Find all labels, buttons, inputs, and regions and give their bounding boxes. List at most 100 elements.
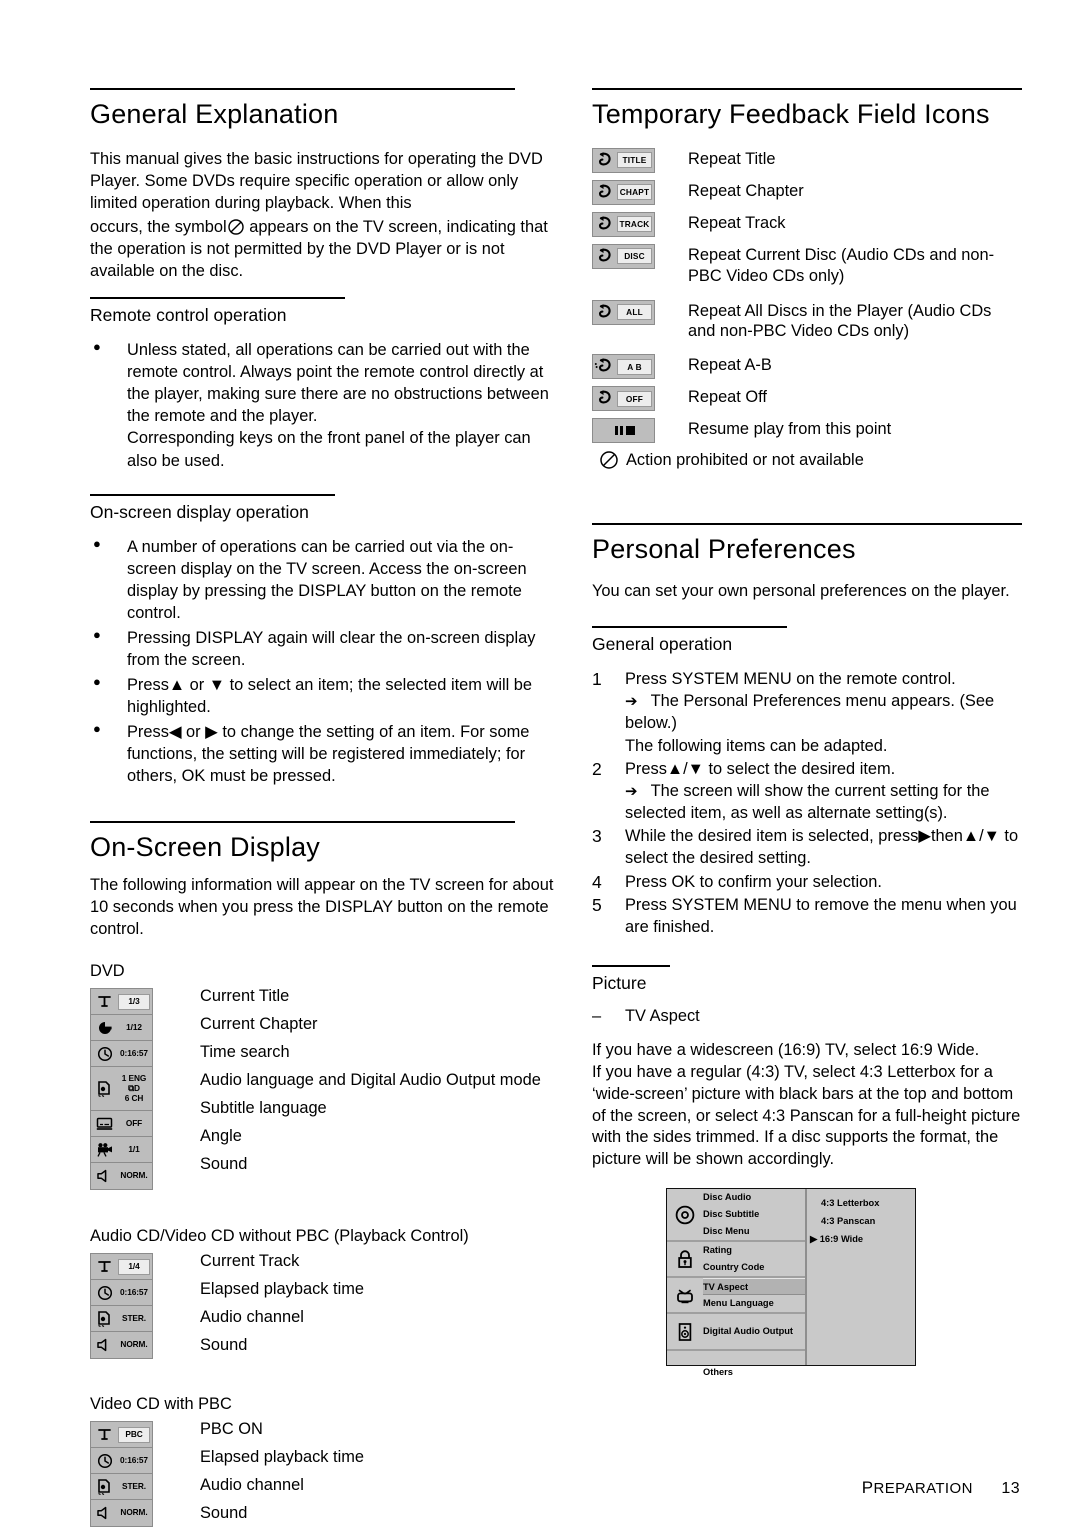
list-item: Pressing DISPLAY again will clear the on… <box>90 626 560 671</box>
osd-videocd-descriptions: PBC ON Elapsed playback time Audio chann… <box>200 1421 364 1533</box>
prohibited-icon <box>227 218 245 236</box>
menu-item-disc-subtitle[interactable]: Disc Subtitle <box>703 1206 805 1223</box>
repeat-icon: TITLE <box>592 147 655 173</box>
dvd-chapter-value: 1/12 <box>126 1021 142 1032</box>
arrow-icon: ➔ <box>625 782 638 800</box>
left-column: General Explanation This manual gives th… <box>90 88 560 1528</box>
subtitle-icon <box>92 1117 117 1131</box>
repeat-icon: ALL <box>592 299 655 325</box>
sound-icon <box>92 1506 117 1520</box>
feedback-desc: Repeat Chapter <box>688 181 804 200</box>
menu-group-audio-output: Digital Audio Output <box>667 1314 805 1351</box>
osd-desc-item: Subtitle language <box>200 1099 327 1118</box>
menu-option-wide[interactable]: ▶ 16:9 Wide <box>810 1234 915 1245</box>
step-number: 3 <box>592 826 602 847</box>
osd-audiocd-descriptions: Current Track Elapsed playback time Audi… <box>200 1253 364 1365</box>
lock-icon <box>674 1248 696 1270</box>
section-name: PREPARATION <box>862 1478 973 1497</box>
feedback-icon-list: TITLE Repeat Title CHAPT Repeat Chapter … <box>592 147 1022 470</box>
videocd-pbc-value: PBC <box>118 1426 150 1443</box>
step-text: Press SYSTEM MENU on the remote control. <box>625 670 956 689</box>
dvd-audio-value: 1 ENG ⧉D 6 CH <box>121 1073 147 1103</box>
step-arrow-line: ➔ The screen will show the current settin… <box>625 780 1022 824</box>
osd-desc-item: Sound <box>200 1504 248 1523</box>
disc-icon <box>674 1204 696 1226</box>
list-item: DISC Repeat Current Disc (Audio CDs and … <box>592 243 1022 287</box>
feedback-desc: Repeat Current Disc (Audio CDs and non-P… <box>688 245 995 285</box>
tv-aspect-dash-item: – TV Aspect <box>592 1005 1022 1027</box>
table-row: 1/12 <box>91 1015 152 1042</box>
menu-left-panel: Disc Audio Disc Subtitle Disc Menu Ratin… <box>667 1189 807 1377</box>
menu-item-disc-menu[interactable]: Disc Menu <box>703 1223 805 1240</box>
repeat-icon: CHAPT <box>592 179 655 205</box>
list-item: Press◀ or ▶ to change the setting of an … <box>90 720 560 787</box>
option-label: 4:3 Panscan <box>821 1216 876 1226</box>
repeat-icon: OFF <box>592 386 655 412</box>
menu-item-menu-language[interactable]: Menu Language <box>703 1295 805 1312</box>
osd-operation-bullets: A number of operations can be carried ou… <box>90 535 560 788</box>
clock-icon <box>92 1285 117 1301</box>
menu-item-country-code[interactable]: Country Code <box>703 1259 805 1276</box>
menu-options-panel: 4:3 Letterbox 4:3 Panscan ▶ 16:9 Wide <box>807 1189 915 1365</box>
title-icon <box>92 1427 117 1442</box>
general-explanation-paragraph-a: This manual gives the basic instructions… <box>90 149 543 212</box>
audio-icon <box>92 1080 117 1098</box>
dvd-icon-strip: 1/3 1/12 0:16:57 1 ENG ⧉D 6 CH OFF 1/1 N… <box>90 988 153 1191</box>
menu-option-panscan[interactable]: 4:3 Panscan <box>821 1216 915 1226</box>
list-item: TRACK Repeat Track <box>592 211 1022 237</box>
list-item: ALL Repeat All Discs in the Player (Audi… <box>592 299 1022 343</box>
clock-icon <box>92 1453 117 1469</box>
general-operation-heading: General operation <box>592 626 787 655</box>
table-row: STER. <box>91 1306 152 1333</box>
personal-preferences-intro: You can set your own personal preference… <box>592 582 1010 601</box>
right-arrow-icon: ▶ <box>918 827 931 846</box>
menu-item-digital-audio-output[interactable]: Digital Audio Output <box>703 1323 805 1340</box>
table-row: NORM. <box>91 1500 152 1526</box>
list-item: 5 Press SYSTEM MENU to remove the menu w… <box>592 894 1022 938</box>
osd-desc-item: Elapsed playback time <box>200 1280 364 1299</box>
repeat-tag: TITLE <box>617 152 652 169</box>
osd-desc-item: Audio channel <box>200 1476 304 1495</box>
sound-icon <box>92 1169 117 1183</box>
osd-desc-item: Audio language and Digital Audio Output … <box>200 1071 541 1090</box>
menu-item-tv-aspect[interactable]: TV Aspect <box>703 1278 805 1295</box>
table-row: 0:16:57 <box>91 1448 152 1475</box>
osd-dvd-label: DVD <box>90 962 125 981</box>
menu-item-rating[interactable]: Rating <box>703 1242 805 1259</box>
osd-desc-item: Sound <box>200 1155 248 1174</box>
osd-desc-item: PBC ON <box>200 1420 263 1439</box>
chapter-icon <box>92 1020 117 1036</box>
menu-item-others[interactable]: Others <box>703 1364 805 1381</box>
step-text-pre: While the desired item is selected, pres… <box>625 827 919 846</box>
list-item: Unless stated, all operations can be car… <box>90 338 560 471</box>
menu-item-disc-audio[interactable]: Disc Audio <box>703 1189 805 1206</box>
dvd-subtitle-value: OFF <box>125 1117 143 1128</box>
osd-audiocd-label: Audio CD/Video CD without PBC (Playback … <box>90 1227 469 1246</box>
osd-dvd-block: DVD 1/3 1/12 0:16:57 1 ENG ⧉D 6 CH OFF 1… <box>90 962 560 1191</box>
audiocd-icon-strip: 1/4 0:16:57 STER. NORM. <box>90 1253 153 1360</box>
selected-marker-icon: ▶ <box>810 1234 818 1244</box>
osd-dvd-descriptions: Current Title Current Chapter Time searc… <box>200 988 541 1184</box>
page-footer: PREPARATION 13 <box>862 1478 1020 1498</box>
step-arrow-text: The Personal Preferences menu appears. (… <box>625 692 995 733</box>
on-screen-display-heading: On-Screen Display <box>90 821 515 864</box>
step-number: 5 <box>592 894 602 915</box>
repeat-tag: TRACK <box>617 216 652 233</box>
menu-option-letterbox[interactable]: 4:3 Letterbox <box>821 1198 915 1208</box>
repeat-tag: CHAPT <box>617 184 652 201</box>
title-icon <box>92 1259 117 1274</box>
step-text-mid: then <box>930 827 963 846</box>
general-explanation-paragraph-b: occurs, the symbol appears on the TV scr… <box>90 216 560 282</box>
table-row: 1/3 <box>91 989 152 1016</box>
audiocd-sound-value: NORM. <box>120 1339 148 1350</box>
personal-preferences-menu[interactable]: Disc Audio Disc Subtitle Disc Menu Ratin… <box>666 1188 916 1377</box>
videocd-icon-strip: PBC 0:16:57 STER. NORM. <box>90 1421 153 1528</box>
clock-icon <box>92 1046 117 1062</box>
osd-desc-item: Time search <box>200 1043 290 1062</box>
remote-control-operation-heading: Remote control operation <box>90 297 345 326</box>
dvd-sound-value: NORM. <box>120 1170 148 1181</box>
table-row: NORM. <box>91 1163 152 1189</box>
osd-desc-item: Current Title <box>200 987 290 1006</box>
option-label: 4:3 Letterbox <box>821 1198 880 1208</box>
videocd-sound-value: NORM. <box>120 1507 148 1518</box>
